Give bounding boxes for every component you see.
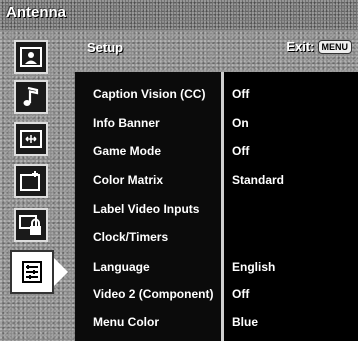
sidebar-item-picture[interactable] <box>14 40 48 74</box>
setting-value: Off <box>232 87 250 101</box>
setting-label: Video 2 (Component) <box>93 287 214 301</box>
setting-value: On <box>232 116 249 130</box>
screen-icon <box>20 130 42 148</box>
picture-icon <box>20 47 42 67</box>
sidebar-item-screen[interactable] <box>14 122 48 156</box>
setting-label: Caption Vision (CC) <box>93 87 206 101</box>
menu-key-badge: MENU <box>317 39 352 54</box>
settings-row-label-video-inputs[interactable]: Label Video Inputs <box>75 197 358 224</box>
settings-row-clock-timers[interactable]: Clock/Timers <box>75 225 358 252</box>
music-note-icon <box>23 86 39 106</box>
settings-row-menu-color[interactable]: Menu Color Blue <box>75 310 358 337</box>
setting-value: English <box>232 260 276 274</box>
setup-list-icon <box>22 261 42 283</box>
lock-icon <box>19 215 41 235</box>
settings-row-caption-vision[interactable]: Caption Vision (CC) Off <box>75 82 358 109</box>
setting-label: Color Matrix <box>93 173 164 187</box>
exit-hint: Exit: MENU <box>286 39 352 54</box>
settings-row-game-mode[interactable]: Game Mode Off <box>75 139 358 166</box>
setting-label: Label Video Inputs <box>93 202 200 216</box>
sidebar-item-sound[interactable] <box>14 80 48 114</box>
page-title: Setup <box>87 40 124 55</box>
sidebar-item-setup[interactable] <box>10 250 54 294</box>
exit-label: Exit: <box>286 39 315 54</box>
settings-row-language[interactable]: Language English <box>75 255 358 282</box>
settings-row-video-2[interactable]: Video 2 (Component) Off <box>75 282 358 309</box>
settings-row-info-banner[interactable]: Info Banner On <box>75 111 358 138</box>
setting-value: Off <box>232 287 250 301</box>
channel-icon <box>20 171 40 191</box>
setting-label: Language <box>93 260 150 274</box>
sidebar-item-channel[interactable] <box>14 164 48 198</box>
setting-value: Blue <box>232 315 259 329</box>
menu-header: Setup Exit: MENU <box>75 30 358 72</box>
setting-value: Standard <box>232 173 285 187</box>
selection-arrow <box>54 258 68 286</box>
title-bar: Antenna <box>0 0 358 30</box>
settings-row-color-matrix[interactable]: Color Matrix Standard <box>75 168 358 195</box>
setting-value: Off <box>232 144 250 158</box>
setting-label: Clock/Timers <box>93 230 169 244</box>
app-title: Antenna <box>6 4 66 21</box>
setting-label: Game Mode <box>93 144 162 158</box>
settings-panel: Caption Vision (CC) Off Info Banner On G… <box>75 72 358 341</box>
sidebar <box>0 30 75 341</box>
setting-label: Info Banner <box>93 116 160 130</box>
sidebar-item-lock[interactable] <box>14 208 48 242</box>
setting-label: Menu Color <box>93 315 159 329</box>
